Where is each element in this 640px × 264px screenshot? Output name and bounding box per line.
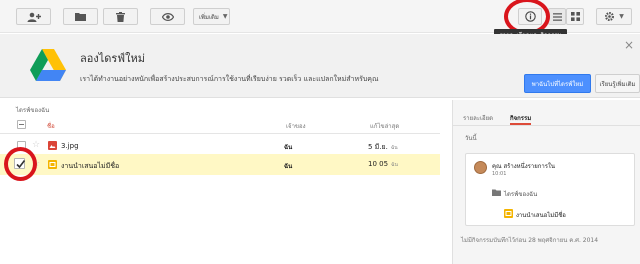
more-button[interactable]: เพิ่มเติม ▼ xyxy=(193,8,230,25)
activity-time: 10:01 xyxy=(492,171,507,177)
activity-footer-note: ไม่มีกิจกรรมบันทึกไว้ก่อน 28 พฤศจิกายน ค… xyxy=(461,237,599,244)
table-row[interactable]: ☆ งานนำเสนอไม่มีชื่อ ฉัน 10 05 ฉัน xyxy=(0,154,440,175)
preview-button[interactable] xyxy=(150,8,185,25)
promo-description: เราได้ทำงานอย่างหนักเพื่อสร้างประสบการณ์… xyxy=(80,75,379,83)
file-owner: ฉัน xyxy=(284,144,293,151)
divider xyxy=(453,125,640,126)
grid-view-button[interactable] xyxy=(566,8,584,25)
today-label: วันนี้ xyxy=(465,135,477,142)
modified-by: ฉัน xyxy=(390,145,398,151)
details-panel: รายละเอียด กิจกรรม วันนี้ คุณ สร้างหนึ่ง… xyxy=(452,100,640,264)
select-all-checkbox[interactable] xyxy=(17,120,26,129)
more-label: เพิ่มเติม xyxy=(199,13,219,21)
trash-icon xyxy=(116,11,125,22)
folder-icon xyxy=(492,189,501,196)
column-modified[interactable]: แก้ไขล่าสุด xyxy=(370,121,399,131)
close-icon[interactable]: × xyxy=(624,38,634,52)
slides-icon xyxy=(48,160,57,169)
chevron-down-icon: ▼ xyxy=(222,13,228,20)
move-to-folder-button[interactable] xyxy=(63,8,98,25)
file-owner: ฉัน xyxy=(284,163,293,170)
tab-activity[interactable]: กิจกรรม xyxy=(510,113,531,123)
image-icon xyxy=(48,141,57,150)
list-view-button[interactable] xyxy=(548,8,566,25)
modified-date: 10 05 xyxy=(368,160,389,168)
activity-card: คุณ สร้างหนึ่งรายการใน 10:01 ไดรฟ์ของฉัน… xyxy=(465,153,635,226)
file-name[interactable]: 3.jpg xyxy=(61,142,79,150)
file-modified: 5 มี.ย. ฉัน xyxy=(368,142,398,153)
drive-logo-icon xyxy=(30,49,66,81)
activity-file[interactable]: งานนำเสนอไม่มีชื่อ xyxy=(516,210,566,220)
add-person-icon xyxy=(27,12,41,22)
learn-more-button[interactable]: เรียนรู้เพิ่มเติม xyxy=(595,74,640,93)
column-name[interactable]: ชื่อ xyxy=(47,121,55,131)
checkmark-icon xyxy=(16,160,26,169)
column-owner[interactable]: เจ้าของ xyxy=(286,121,306,131)
chevron-down-icon: ▼ xyxy=(619,13,624,20)
modified-date: 5 มี.ย. xyxy=(368,143,388,151)
modified-by: ฉัน xyxy=(391,162,398,168)
folder-icon xyxy=(75,13,86,21)
tab-details[interactable]: รายละเอียด xyxy=(463,113,493,123)
gear-icon xyxy=(605,11,615,22)
eye-icon xyxy=(161,12,174,21)
avatar xyxy=(474,161,487,174)
star-icon[interactable]: ☆ xyxy=(32,140,40,150)
activity-description: คุณ สร้างหนึ่งรายการใน xyxy=(492,163,556,170)
table-row[interactable]: ☆ 3.jpg ฉัน 5 มี.ย. ฉัน xyxy=(0,136,440,156)
go-to-new-drive-button[interactable]: พาฉันไปที่ไดรฟ์ใหม่ xyxy=(524,74,591,93)
file-list-header: ชื่อ เจ้าของ แก้ไขล่าสุด xyxy=(0,114,440,134)
share-button[interactable] xyxy=(16,8,51,25)
activity-folder[interactable]: ไดรฟ์ของฉัน xyxy=(504,189,537,199)
grid-view-icon xyxy=(570,12,580,21)
row-checkbox-checked[interactable] xyxy=(14,158,26,169)
list-view-icon xyxy=(552,12,562,21)
file-name[interactable]: งานนำเสนอไม่มีชื่อ xyxy=(61,161,119,172)
delete-button[interactable] xyxy=(103,8,138,25)
promo-title: ลองไดรฟ์ใหม่ xyxy=(80,52,145,65)
file-modified: 10 05 ฉัน xyxy=(368,160,398,169)
settings-button[interactable]: ▼ xyxy=(596,8,632,25)
slides-icon xyxy=(504,209,513,218)
